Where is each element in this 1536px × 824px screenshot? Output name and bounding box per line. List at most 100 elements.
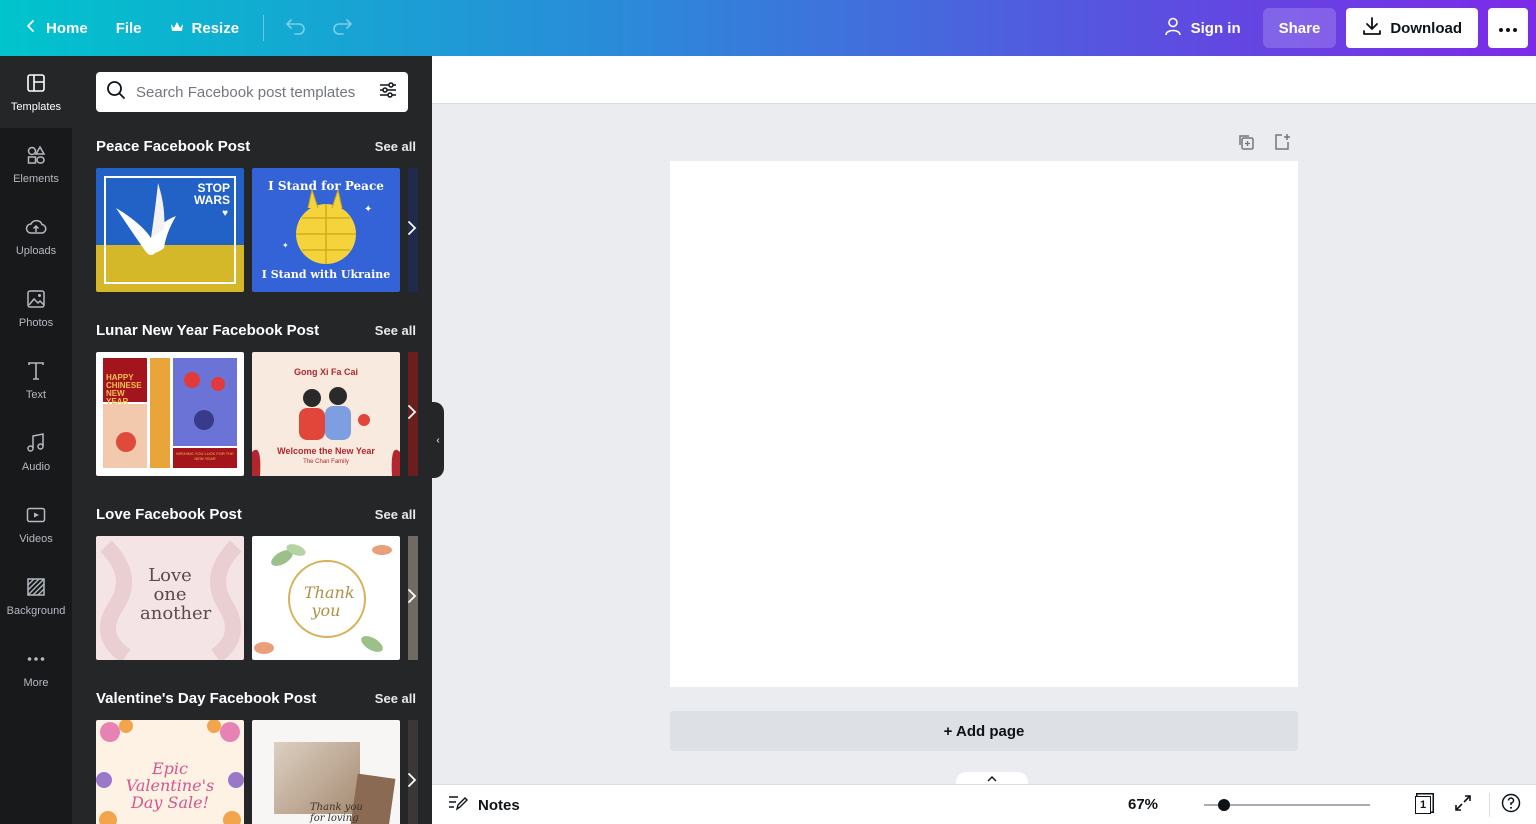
toolbar-divider [263,15,265,41]
chevron-right-icon [407,588,417,609]
add-page-button[interactable]: + Add page [670,711,1298,751]
zoom-percentage[interactable]: 67% [1128,796,1158,813]
template-thumbnail[interactable]: HAPPY CHINESE NEW YEAR WISHING YOU LUCK … [96,352,244,476]
file-menu-button[interactable]: File [104,8,154,48]
help-button[interactable] [1500,793,1522,816]
rail-item-text[interactable]: Text [0,344,72,416]
top-bar-actions: Sign in Share Download [1151,8,1528,48]
rail-label: Background [6,604,66,617]
page-actions [1236,132,1292,152]
rail-item-elements[interactable]: Elements [0,128,72,200]
notes-label: Notes [478,796,520,814]
rail-label: Videos [19,532,53,545]
download-label: Download [1390,19,1462,37]
text-icon [25,360,47,385]
template-thumbnail[interactable]: Gong Xi Fa Cai Welcome the New Year The … [252,352,400,476]
collapse-panel-button[interactable]: ‹ [432,402,444,478]
thumbnail-text: Thank you [304,583,355,620]
template-search-input[interactable] [136,83,368,101]
template-thumbnail[interactable]: Thank you [252,536,400,660]
uploads-icon [25,216,47,241]
lantern-illustration [116,372,225,452]
section-peace-posts: Peace Facebook Post See all STOP WARS ♥ … [96,136,432,292]
more-icon [25,648,47,673]
redo-button[interactable] [322,8,362,48]
template-thumbnail[interactable]: I Stand for Peace ✦ ✦ I Stand with Ukrai… [252,168,400,292]
add-page-icon[interactable] [1272,132,1292,152]
resize-label: Resize [191,19,240,37]
template-thumbnail[interactable]: Epic Valentine's Day Sale! [96,720,244,824]
design-canvas-page[interactable] [670,161,1298,687]
rail-label: Elements [13,172,59,185]
carousel-next-button[interactable] [402,400,422,428]
see-all-link[interactable]: See all [375,139,416,154]
svg-text:✦: ✦ [282,241,289,250]
search-icon [106,80,126,105]
templates-icon [25,72,47,97]
carousel-next-button[interactable] [402,216,422,244]
thumbnail-text: Epic Valentine's Day Sale! [125,759,215,812]
chevron-right-icon [407,220,417,241]
undo-button[interactable] [276,8,316,48]
resize-button[interactable]: Resize [158,8,252,48]
template-search-box [96,72,408,112]
zoom-slider[interactable] [1204,799,1370,811]
zoom-slider-handle[interactable] [1217,799,1230,811]
sign-in-button[interactable]: Sign in [1151,8,1253,48]
chevron-up-icon [987,774,997,785]
bottom-divider [1489,793,1490,817]
more-options-button[interactable] [1488,8,1528,48]
rail-label: Text [25,388,47,401]
home-label: Home [46,19,88,37]
notes-button[interactable]: Notes [448,794,520,816]
page-count-button[interactable]: 1 [1412,794,1434,816]
rail-label: Audio [21,460,51,473]
expand-icon [1454,794,1472,817]
template-thumbnail[interactable]: Thank you for loving me! [252,720,400,824]
filter-icon[interactable] [378,80,398,105]
thumbnail-text: STOP WARS [194,181,230,207]
download-button[interactable]: Download [1346,8,1478,48]
home-button[interactable]: Home [12,8,100,48]
audio-icon [25,432,47,457]
chevron-left-icon: ‹ [436,434,440,446]
carousel-next-button[interactable] [402,768,422,796]
section-title: Valentine's Day Facebook Post [96,689,317,707]
side-rail: Templates Elements Uploads Photos Text A… [0,56,72,824]
couple-illustration [252,387,400,476]
template-thumbnail[interactable]: Love one another [96,536,244,660]
bottom-bar: Notes 67% 1 [432,784,1536,824]
elements-icon [25,144,47,169]
rail-item-templates[interactable]: Templates [0,56,72,128]
user-icon [1163,16,1183,40]
thumbnail-text: Welcome the New Year [277,446,375,456]
rail-item-audio[interactable]: Audio [0,416,72,488]
template-thumbnail[interactable]: STOP WARS ♥ [96,168,244,292]
templates-panel: Peace Facebook Post See all STOP WARS ♥ … [72,56,432,824]
see-all-link[interactable]: See all [375,691,416,706]
fullscreen-button[interactable] [1452,794,1474,816]
rail-item-more[interactable]: More [0,632,72,704]
ellipsis-icon [1498,20,1518,37]
see-all-link[interactable]: See all [375,507,416,522]
rail-item-background[interactable]: Background [0,560,72,632]
section-love-posts: Love Facebook Post See all Love one anot… [96,504,432,660]
chevron-left-icon [24,19,38,37]
carousel-next-button[interactable] [402,584,422,612]
chevron-right-icon [407,772,417,793]
crown-icon [170,20,184,37]
section-title: Peace Facebook Post [96,137,251,155]
thumbnail-text: The Chan Family [303,459,349,465]
rail-item-videos[interactable]: Videos [0,488,72,560]
share-button[interactable]: Share [1262,8,1337,48]
notes-icon [448,794,468,816]
rail-label: Uploads [15,244,57,257]
section-lunar-new-year-posts: Lunar New Year Facebook Post See all HAP… [96,320,432,476]
rail-item-photos[interactable]: Photos [0,272,72,344]
redo-icon [331,17,353,39]
file-label: File [115,19,142,37]
thumbnail-text: Thank you for loving me! [310,802,363,824]
rail-item-uploads[interactable]: Uploads [0,200,72,272]
duplicate-page-icon[interactable] [1236,132,1256,152]
see-all-link[interactable]: See all [375,323,416,338]
